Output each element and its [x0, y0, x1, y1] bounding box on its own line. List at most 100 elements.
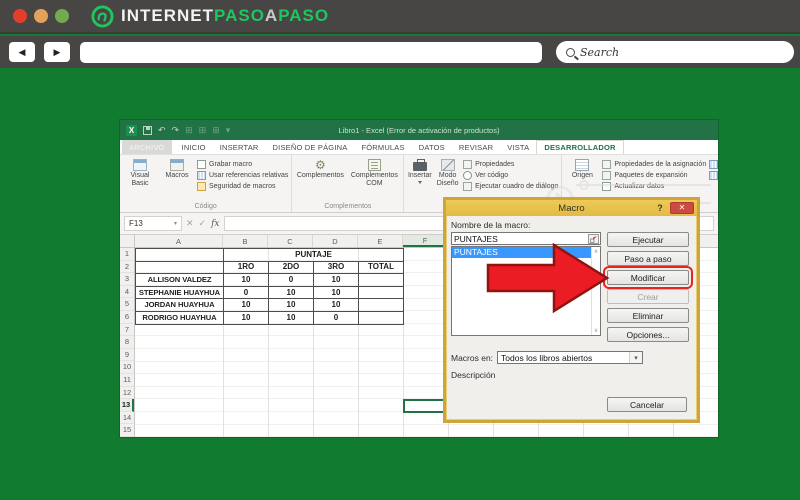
- origen-button[interactable]: Origen: [565, 157, 599, 180]
- scroll-down-icon[interactable]: ∨: [594, 327, 598, 334]
- tab-formulas[interactable]: FÓRMULAS: [354, 140, 411, 154]
- paso-a-paso-button[interactable]: Paso a paso: [607, 251, 689, 266]
- macro-dialog-titlebar[interactable]: Macro ? ✕: [446, 200, 697, 216]
- header-cell[interactable]: 3RO: [314, 261, 359, 274]
- grid-tool-icon-2[interactable]: ⊞: [212, 126, 220, 135]
- importar-button[interactable]: Importar: [709, 160, 718, 169]
- student-name-cell[interactable]: STEPHANIE HUAYHUA: [136, 286, 224, 299]
- range-selector-icon[interactable]: [588, 234, 599, 244]
- tab-insertar[interactable]: INSERTAR: [213, 140, 266, 154]
- row-header-12[interactable]: 12: [120, 387, 134, 400]
- col-header-a[interactable]: A: [135, 235, 223, 247]
- col-header-f[interactable]: F: [403, 235, 448, 247]
- seguridad-macros-button[interactable]: Seguridad de macros: [197, 182, 288, 191]
- tab-desarrollador[interactable]: DESARROLLADOR: [536, 140, 623, 154]
- total-cell[interactable]: [359, 311, 404, 324]
- customize-qat-icon[interactable]: ▾: [226, 126, 231, 135]
- grabar-macro-button[interactable]: Grabar macro: [197, 160, 288, 169]
- row-header-3[interactable]: 3: [120, 273, 134, 286]
- col-header-e[interactable]: E: [358, 235, 403, 247]
- address-bar[interactable]: [80, 42, 542, 63]
- score-cell[interactable]: 0: [269, 274, 314, 287]
- tab-inicio[interactable]: INICIO: [175, 140, 213, 154]
- row-header-7[interactable]: 7: [120, 324, 134, 337]
- maximize-window-icon[interactable]: [55, 9, 69, 23]
- ver-codigo-button[interactable]: Ver código: [463, 171, 558, 180]
- row-header-5[interactable]: 5: [120, 298, 134, 311]
- macro-list-scrollbar[interactable]: ∧ ∨: [591, 247, 600, 335]
- ejecutar-button[interactable]: Ejecutar: [607, 232, 689, 247]
- score-cell[interactable]: 10: [314, 274, 359, 287]
- search-box[interactable]: Search: [556, 41, 794, 63]
- row-header-8[interactable]: 8: [120, 336, 134, 349]
- score-cell[interactable]: 10: [269, 286, 314, 299]
- student-name-cell[interactable]: ALLISON VALDEZ: [136, 274, 224, 287]
- insertar-control-button[interactable]: Insertar: [407, 157, 432, 184]
- row-header-9[interactable]: 9: [120, 349, 134, 362]
- visual-basic-button[interactable]: Visual Basic: [123, 157, 157, 188]
- zoom-tool-icon[interactable]: ⊞: [185, 126, 193, 135]
- ejecutar-cuadro-button[interactable]: Ejecutar cuadro de diálogo: [463, 182, 558, 191]
- eliminar-button[interactable]: Eliminar: [607, 308, 689, 323]
- actualizar-datos-button[interactable]: Actualizar datos: [602, 182, 706, 191]
- total-cell[interactable]: [359, 274, 404, 287]
- score-cell[interactable]: 10: [269, 299, 314, 312]
- back-button[interactable]: ◀: [9, 42, 35, 62]
- dropdown-arrow-icon[interactable]: ▾: [629, 352, 642, 363]
- score-cell[interactable]: 10: [269, 311, 314, 324]
- insert-function-icon[interactable]: fx: [211, 219, 219, 229]
- col-header-d[interactable]: D: [313, 235, 358, 247]
- row-header-15[interactable]: 15: [120, 424, 134, 437]
- student-name-cell[interactable]: JORDAN HUAYHUA: [136, 299, 224, 312]
- prop-asignacion-button[interactable]: Propiedades de la asignación: [602, 160, 706, 169]
- col-header-c[interactable]: C: [268, 235, 313, 247]
- row-header-1[interactable]: 1: [120, 248, 134, 261]
- header-cell[interactable]: TOTAL: [359, 261, 404, 274]
- row-header-13[interactable]: 13: [120, 399, 134, 412]
- macro-name-input[interactable]: PUNTAJES: [451, 232, 601, 245]
- macro-list-item-puntajes[interactable]: PUNTAJES: [452, 247, 591, 258]
- table-title-cell[interactable]: PUNTAJE: [224, 249, 404, 262]
- score-cell[interactable]: 0: [314, 311, 359, 324]
- macro-list[interactable]: PUNTAJES ∧ ∨: [451, 246, 601, 336]
- scroll-up-icon[interactable]: ∧: [594, 248, 598, 255]
- usar-referencias-button[interactable]: Usar referencias relativas: [197, 171, 288, 180]
- complementos-button[interactable]: ⚙ Complementos: [295, 157, 345, 180]
- score-cell[interactable]: 10: [314, 299, 359, 312]
- name-box[interactable]: F13 ▾: [124, 216, 182, 231]
- row-header-2[interactable]: 2: [120, 261, 134, 274]
- row-header-6[interactable]: 6: [120, 311, 134, 324]
- enter-entry-icon[interactable]: ✓: [199, 218, 207, 229]
- tab-vista[interactable]: VISTA: [500, 140, 536, 154]
- score-cell[interactable]: 10: [314, 286, 359, 299]
- score-cell[interactable]: 10: [224, 299, 269, 312]
- header-cell[interactable]: 2DO: [269, 261, 314, 274]
- tab-diseno-pagina[interactable]: DISEÑO DE PÁGINA: [266, 140, 355, 154]
- opciones-button[interactable]: Opciones...: [607, 327, 689, 342]
- col-header-b[interactable]: B: [223, 235, 268, 247]
- row-header-11[interactable]: 11: [120, 374, 134, 387]
- select-all-corner[interactable]: [120, 235, 135, 247]
- complementos-com-button[interactable]: Complementos COM: [348, 157, 400, 188]
- modo-diseno-button[interactable]: Modo Diseño: [435, 157, 460, 188]
- total-cell[interactable]: [359, 299, 404, 312]
- grid-tool-icon-1[interactable]: ⊞: [199, 126, 207, 135]
- undo-icon[interactable]: ↶: [158, 126, 166, 135]
- header-cell[interactable]: 1RO: [224, 261, 269, 274]
- crear-button[interactable]: Crear: [607, 289, 689, 304]
- student-name-cell[interactable]: RODRIGO HUAYHUA: [136, 311, 224, 324]
- cancelar-button[interactable]: Cancelar: [607, 397, 687, 412]
- modificar-button[interactable]: Modificar: [607, 270, 689, 285]
- total-cell[interactable]: [359, 286, 404, 299]
- save-icon[interactable]: [143, 126, 152, 135]
- row-header-10[interactable]: 10: [120, 361, 134, 374]
- dialog-help-icon[interactable]: ?: [654, 203, 666, 213]
- macros-button[interactable]: Macros: [160, 157, 194, 180]
- paquetes-expansion-button[interactable]: Paquetes de expansión: [602, 171, 706, 180]
- forward-button[interactable]: ▶: [44, 42, 70, 62]
- exportar-button[interactable]: Exportar: [709, 171, 718, 180]
- row-header-14[interactable]: 14: [120, 412, 134, 425]
- row-header-4[interactable]: 4: [120, 286, 134, 299]
- propiedades-button[interactable]: Propiedades: [463, 160, 558, 169]
- close-window-icon[interactable]: [13, 9, 27, 23]
